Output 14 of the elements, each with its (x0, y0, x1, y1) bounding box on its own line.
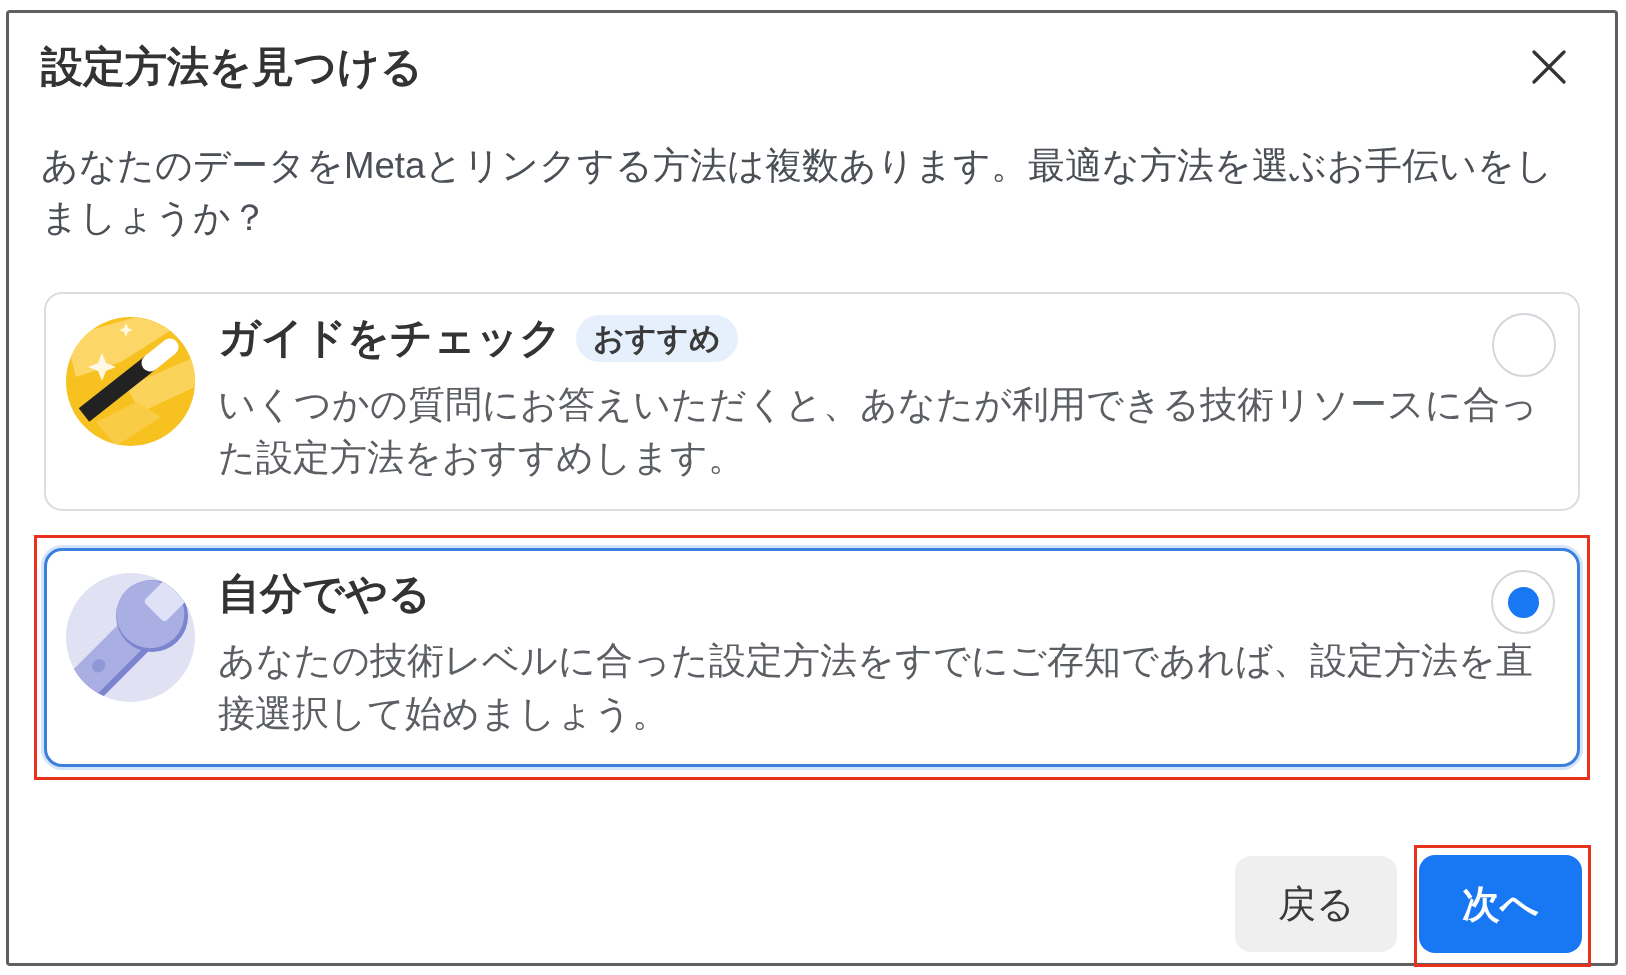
back-button[interactable]: 戻る (1235, 856, 1397, 952)
option-title: ガイドをチェック (218, 313, 562, 363)
option-description: いくつかの質問にお答えいただくと、あなたが利用できる技術リソースに合った設定方法をおすすめします。 (218, 383, 1539, 480)
close-icon (1532, 50, 1566, 84)
option-card[interactable]: ガイドをチェック おすすめ いくつかの質問にお答えいただくと、あなたが利用できる技術リソースに合った設定方法をおすすめします。 (44, 292, 1580, 511)
option-title: 自分でやる (218, 569, 431, 619)
wrench-icon (66, 573, 195, 702)
dialog-title: 設定方法を見つける (41, 43, 423, 91)
dialog-description: あなたのデータをMetaとリンクする方法は複数あります。最適な方法を選ぶお手伝いをしましょうか？ (41, 144, 1555, 240)
option-card[interactable]: 自分でやる あなたの技術レベルに合った設定方法をすでにご存知であれば、設定方法を直接選択して始めましょう。 (44, 548, 1580, 767)
option-description: あなたの技術レベルに合った設定方法をすでにご存知であれば、設定方法を直接選択して始めましょう。 (218, 639, 1534, 736)
magic-wand-icon (66, 317, 195, 446)
recommended-badge: おすすめ (576, 314, 738, 362)
next-button[interactable]: 次へ (1419, 855, 1582, 953)
